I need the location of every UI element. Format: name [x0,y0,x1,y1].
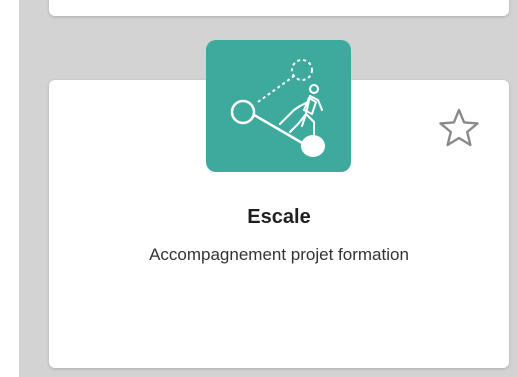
app-subtitle: Accompagnement projet formation [149,245,409,264]
escale-climber-icon [206,40,351,172]
star-outline-icon [439,108,479,147]
favorite-button[interactable] [435,104,483,152]
app-title: Escale [247,206,311,228]
previous-app-card[interactable] [49,0,509,16]
app-card-escale[interactable]: Escale Accompagnement projet formation [49,40,509,368]
